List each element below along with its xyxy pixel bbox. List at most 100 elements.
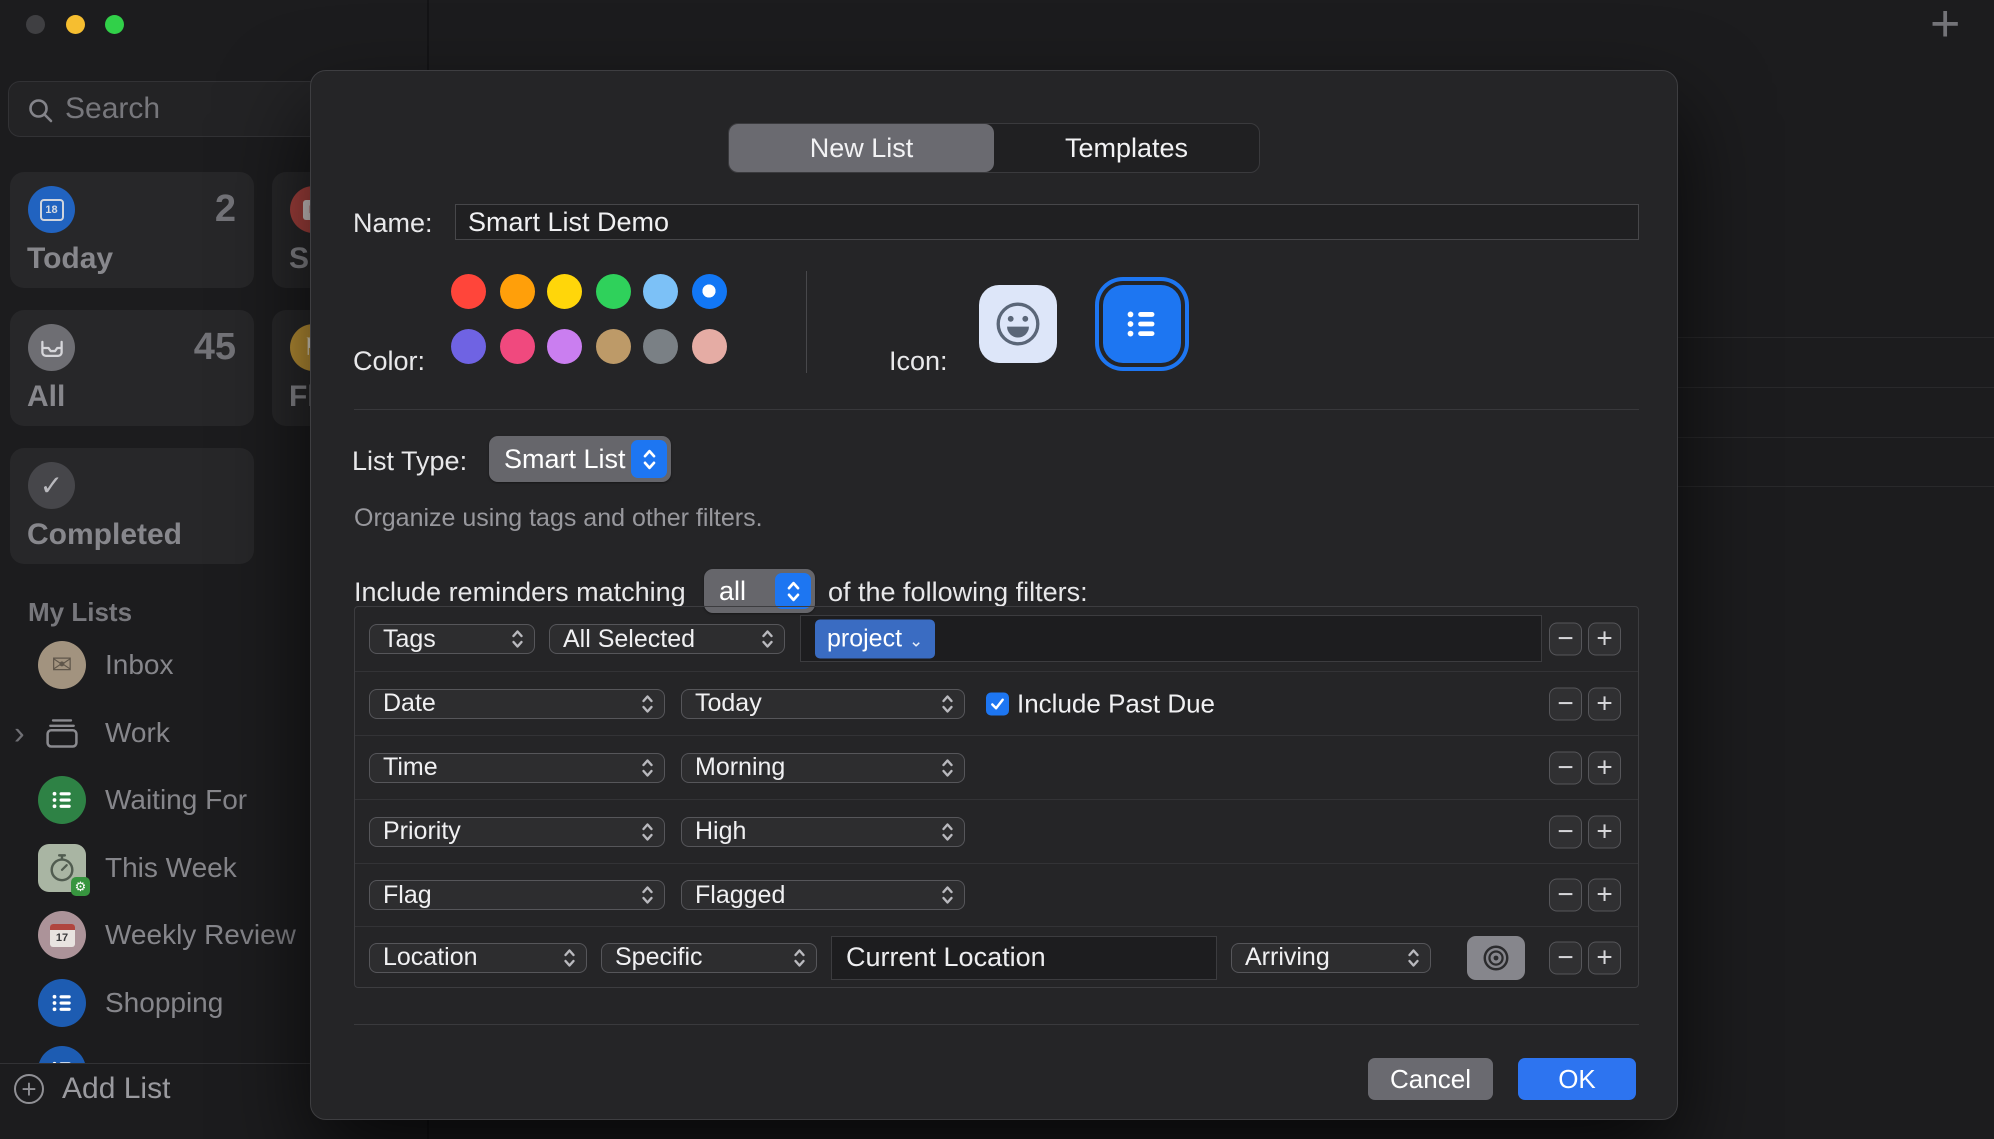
color-swatch-0-0[interactable]	[451, 274, 486, 309]
add-list-label: Add List	[62, 1072, 170, 1106]
color-swatch-1-3[interactable]	[596, 329, 631, 364]
new-reminder-plus-icon[interactable]: +	[1930, 0, 1960, 54]
include-past-due-checkbox[interactable]	[986, 692, 1009, 715]
add-filter-button[interactable]: +	[1588, 623, 1621, 656]
remove-filter-button[interactable]: −	[1549, 687, 1582, 720]
filter-value-popup[interactable]: Today	[681, 689, 965, 719]
remove-filter-button[interactable]: −	[1549, 751, 1582, 784]
popup-chevrons-icon	[561, 947, 578, 969]
filter-field-popup[interactable]: Date	[369, 689, 665, 719]
color-swatch-1-4[interactable]	[643, 329, 678, 364]
icon-label: Icon:	[889, 346, 948, 377]
ok-button[interactable]: OK	[1518, 1058, 1636, 1100]
filter-operator-popup[interactable]: All Selected	[549, 624, 785, 654]
color-swatch-0-4[interactable]	[643, 274, 678, 309]
color-swatch-0-2[interactable]	[547, 274, 582, 309]
add-filter-button[interactable]: +	[1588, 879, 1621, 912]
popup-chevrons-icon	[639, 821, 656, 843]
list-type-hint: Organize using tags and other filters.	[354, 504, 763, 533]
list-bullet-icon-selected[interactable]	[1103, 285, 1181, 363]
sidebar-item-label: Shopping	[105, 987, 223, 1019]
tab-new-list[interactable]: New List	[729, 124, 994, 172]
name-label: Name:	[353, 208, 433, 239]
filter-value-popup[interactable]: High	[681, 817, 965, 847]
location-field[interactable]	[831, 936, 1217, 980]
cancel-button[interactable]: Cancel	[1368, 1058, 1493, 1100]
current-location-target-button[interactable]	[1467, 936, 1525, 980]
filter-field-popup[interactable]: Location	[369, 943, 587, 973]
name-field[interactable]	[455, 204, 1639, 240]
filter-field-popup[interactable]: Priority	[369, 817, 665, 847]
remove-filter-button[interactable]: −	[1549, 941, 1582, 974]
color-swatch-1-1[interactable]	[500, 329, 535, 364]
new-list-dialog: New List Templates Name: Color: Icon:	[310, 70, 1678, 1120]
color-swatch-1-0[interactable]	[451, 329, 486, 364]
color-swatch-0-1[interactable]	[500, 274, 535, 309]
popup-label: Time	[370, 753, 438, 782]
envelope-icon: ✉	[38, 641, 86, 689]
card-label: Completed	[27, 518, 182, 552]
remove-filter-button[interactable]: −	[1549, 815, 1582, 848]
smart-card-completed[interactable]: ✓Completed	[10, 448, 254, 564]
remove-filter-button[interactable]: −	[1549, 623, 1582, 656]
tags-token-field[interactable]: project ⌄	[800, 615, 1542, 662]
chevron-right-icon[interactable]: ›	[14, 714, 25, 751]
gear-badge-icon: ⚙	[71, 877, 90, 896]
filter-value-popup[interactable]: Flagged	[681, 880, 965, 910]
popup-chevrons-icon	[791, 947, 808, 969]
filter-field-popup[interactable]: Flag	[369, 880, 665, 910]
color-swatch-1-2[interactable]	[547, 329, 582, 364]
list-bullet-icon	[38, 979, 86, 1027]
name-input[interactable]	[456, 205, 1638, 239]
list-type-label: List Type:	[352, 446, 467, 477]
popup-chevrons-icon	[631, 440, 667, 478]
filter-value-popup[interactable]: Morning	[681, 753, 965, 783]
list-bullet-icon	[38, 1046, 86, 1063]
color-label: Color:	[353, 346, 425, 377]
color-swatch-0-3[interactable]	[596, 274, 631, 309]
filter-field-popup[interactable]: Time	[369, 753, 665, 783]
search-icon	[27, 97, 55, 130]
add-filter-button[interactable]: +	[1588, 941, 1621, 974]
add-filter-button[interactable]: +	[1588, 751, 1621, 784]
dialog-tabs: New List Templates	[728, 123, 1260, 173]
popup-chevrons-icon	[1405, 947, 1422, 969]
sidebar-item-label: Weekly Review	[105, 919, 296, 951]
sidebar-item-label: Inbox	[105, 649, 174, 681]
close-window-icon[interactable]	[26, 15, 45, 34]
add-filter-button[interactable]: +	[1588, 687, 1621, 720]
popup-label: All Selected	[550, 625, 695, 654]
tag-token[interactable]: project ⌄	[815, 619, 935, 658]
filter-field-popup[interactable]: Tags	[369, 624, 535, 654]
add-filter-button[interactable]: +	[1588, 815, 1621, 848]
zoom-window-icon[interactable]	[105, 15, 124, 34]
popup-chevrons-icon	[939, 821, 956, 843]
location-direction-popup[interactable]: Arriving	[1231, 943, 1431, 973]
smart-card-all[interactable]: 45All	[10, 310, 254, 426]
popup-label: Specific	[602, 943, 703, 972]
checkbox-label: Include Past Due	[1017, 688, 1215, 719]
color-icon-divider	[806, 271, 807, 373]
add-list-button[interactable]: + Add List	[14, 1068, 314, 1112]
matching-value: all	[704, 576, 746, 607]
list-type-popup[interactable]: Smart List	[489, 436, 671, 482]
popup-chevrons-icon	[939, 757, 956, 779]
tab-templates[interactable]: Templates	[994, 124, 1259, 172]
filter-row-priority: Priority High −+	[355, 799, 1638, 863]
filter-rules-box: TagsAll Selectedproject ⌄−+DateTodayIncl…	[354, 606, 1639, 988]
color-swatch-1-5[interactable]	[692, 329, 727, 364]
popup-label: Flagged	[682, 881, 785, 910]
popup-label: Tags	[370, 625, 436, 654]
sidebar-item-label: Work	[105, 717, 170, 749]
filter-row-time: Time Morning −+	[355, 735, 1638, 799]
location-input[interactable]	[832, 937, 1216, 979]
filter-row-tags: Tags All Selected project ⌄ −+	[355, 607, 1638, 671]
filter-operator-popup[interactable]: Specific	[601, 943, 817, 973]
remove-filter-button[interactable]: −	[1549, 879, 1582, 912]
color-swatch-0-5[interactable]	[692, 274, 727, 309]
filter-row-flag: Flag Flagged −+	[355, 863, 1638, 926]
emoji-smiley-icon[interactable]	[979, 285, 1057, 363]
minimize-window-icon[interactable]	[66, 15, 85, 34]
smart-card-today[interactable]: 182Today	[10, 172, 254, 288]
reminders-app-window: 182Today▦Scheduled45All⚑Flagged✓Complete…	[0, 0, 1994, 1139]
